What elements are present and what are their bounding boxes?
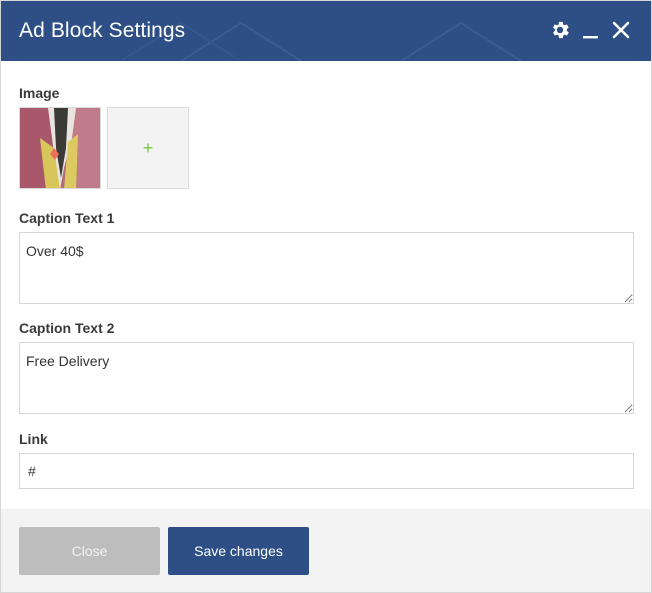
image-thumbnail[interactable] <box>19 107 101 189</box>
save-changes-button[interactable]: Save changes <box>168 527 309 575</box>
caption-text-1-field[interactable]: Over 40$ <box>19 232 634 304</box>
dialog-footer: Close Save changes <box>1 509 651 592</box>
caption-text-2-field[interactable]: Free Delivery <box>19 342 634 414</box>
dialog-title: Ad Block Settings <box>19 19 186 42</box>
caption-text-1-label: Caption Text 1 <box>19 210 115 226</box>
add-image-button[interactable]: + <box>107 107 189 189</box>
ad-block-settings-dialog: Ad Block Settings Image + Caption Text 1… <box>0 0 652 593</box>
dialog-header[interactable]: Ad Block Settings <box>1 1 651 61</box>
image-label: Image <box>19 85 60 101</box>
close-button[interactable]: Close <box>19 527 160 575</box>
clothing-photo-icon <box>20 108 100 188</box>
link-field[interactable] <box>19 453 634 489</box>
link-label: Link <box>19 431 48 447</box>
minimize-icon[interactable] <box>580 19 602 41</box>
caption-text-2-label: Caption Text 2 <box>19 320 115 336</box>
close-icon[interactable] <box>610 19 632 41</box>
gear-icon[interactable] <box>549 19 571 41</box>
